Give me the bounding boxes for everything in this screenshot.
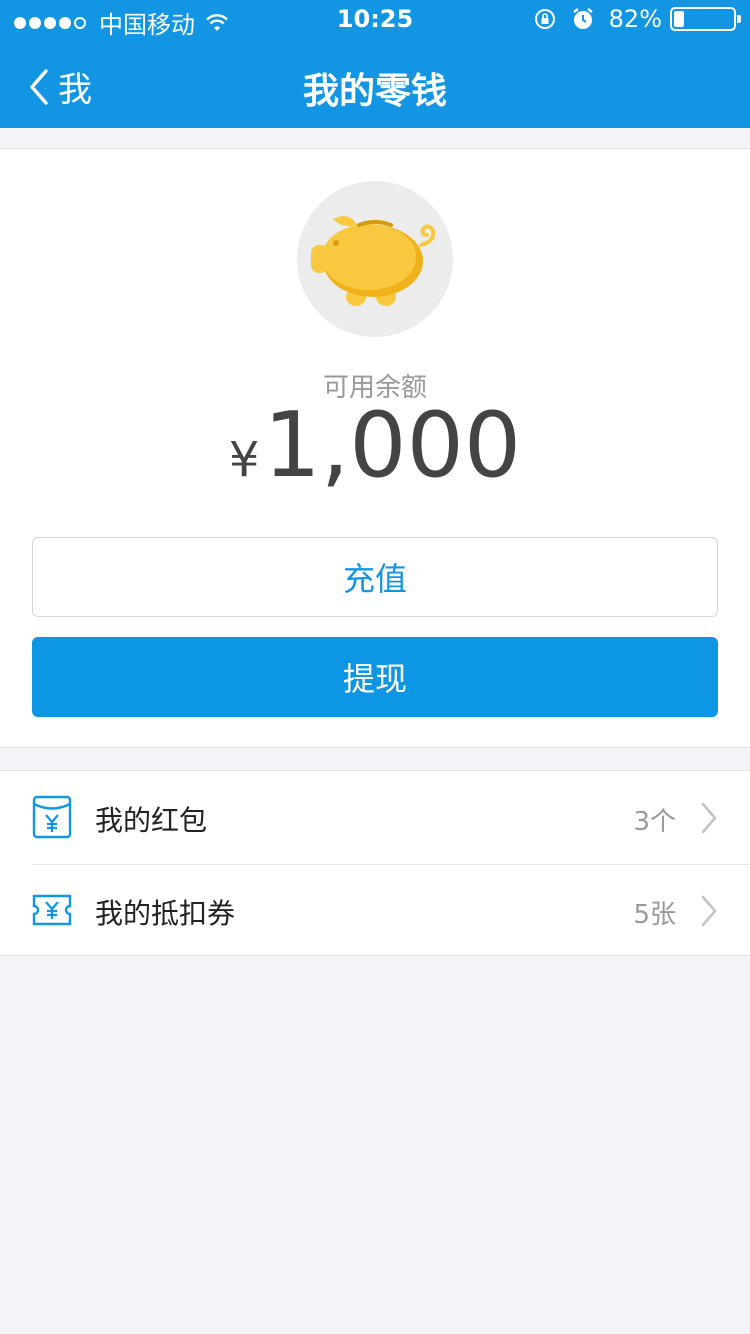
coupon-icon — [32, 894, 72, 926]
top-bar: 中国移动 10:25 82% 我 我的零钱 — [0, 0, 750, 128]
red-packet-icon — [32, 795, 72, 839]
battery-percentage: 82% — [608, 5, 662, 33]
piggy-bank-avatar — [297, 181, 453, 337]
navigation-bar: 我 我的零钱 — [0, 40, 750, 128]
currency-symbol: ¥ — [228, 432, 260, 488]
page-title: 我的零钱 — [302, 71, 447, 112]
piggy-bank-icon — [311, 216, 436, 306]
battery-icon — [670, 7, 741, 31]
rotation-lock-icon — [534, 9, 555, 29]
list-item-label: 我的抵扣券 — [95, 897, 236, 930]
list-item-label: 我的红包 — [95, 804, 208, 837]
balance-value: 1,000 — [263, 393, 522, 498]
recharge-button[interactable]: 充值 — [32, 537, 718, 617]
list-item-count: 3个 — [633, 807, 676, 837]
balance-amount: ¥1,000 — [0, 393, 750, 498]
status-right: 82% — [533, 5, 741, 33]
withdraw-button[interactable]: 提现 — [32, 637, 718, 717]
chevron-right-icon — [701, 895, 717, 927]
wallet-menu-list: 我的红包 3个 我的抵扣券 5张 — [0, 770, 750, 956]
list-item-count: 5张 — [633, 900, 676, 930]
list-item-red-packets[interactable]: 我的红包 3个 — [0, 771, 750, 864]
wallet-card: 可用余额 ¥1,000 充值 提现 — [0, 148, 750, 748]
chevron-right-icon — [701, 802, 717, 834]
alarm-icon — [572, 8, 593, 29]
battery-level — [674, 11, 684, 27]
status-bar: 中国移动 10:25 82% — [0, 0, 750, 40]
list-item-coupons[interactable]: 我的抵扣券 5张 — [0, 864, 750, 957]
